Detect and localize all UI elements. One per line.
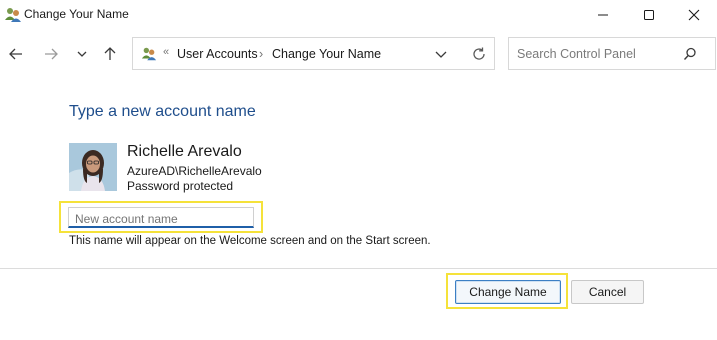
maximize-button[interactable]	[626, 0, 672, 30]
new-account-name-input[interactable]	[68, 207, 254, 228]
user-status: Password protected	[127, 179, 234, 193]
breadcrumb-separator: ›	[259, 47, 264, 61]
title-bar: Change Your Name	[0, 0, 717, 30]
minimize-icon	[598, 14, 608, 16]
avatar	[69, 143, 117, 191]
search-box[interactable]: Search Control Panel	[508, 37, 716, 70]
refresh-icon[interactable]	[471, 46, 487, 62]
user-accounts-icon	[141, 47, 157, 61]
breadcrumb-user-accounts[interactable]: User Accounts	[177, 47, 258, 61]
close-icon	[688, 9, 700, 21]
address-bar[interactable]: « User Accounts › Change Your Name	[132, 37, 495, 70]
recent-locations-button[interactable]	[70, 42, 94, 66]
up-button[interactable]	[98, 42, 122, 66]
user-accounts-icon	[5, 8, 21, 22]
search-icon[interactable]	[683, 47, 697, 61]
minimize-button[interactable]	[580, 0, 626, 30]
arrow-right-icon	[45, 48, 58, 60]
maximize-icon	[644, 10, 654, 20]
help-text: This name will appear on the Welcome scr…	[69, 235, 431, 247]
user-name: Richelle Arevalo	[127, 143, 242, 160]
breadcrumb-change-your-name[interactable]: Change Your Name	[272, 47, 381, 61]
forward-button[interactable]	[39, 42, 63, 66]
arrow-up-icon	[104, 47, 116, 60]
arrow-left-icon	[9, 48, 22, 60]
chevron-down-icon[interactable]	[434, 47, 448, 61]
search-input[interactable]: Search Control Panel	[517, 47, 636, 61]
user-photo	[69, 143, 117, 191]
chevron-down-icon	[77, 51, 87, 57]
window-title: Change Your Name	[24, 7, 129, 21]
close-button[interactable]	[671, 0, 717, 30]
cancel-button[interactable]: Cancel	[571, 280, 644, 304]
back-button[interactable]	[4, 42, 28, 66]
change-name-button[interactable]: Change Name	[455, 280, 561, 304]
user-account-id: AzureAD\RichelleArevalo	[127, 164, 262, 178]
divider	[0, 268, 717, 269]
breadcrumb-overflow[interactable]: «	[163, 46, 169, 58]
page-heading: Type a new account name	[69, 103, 256, 120]
